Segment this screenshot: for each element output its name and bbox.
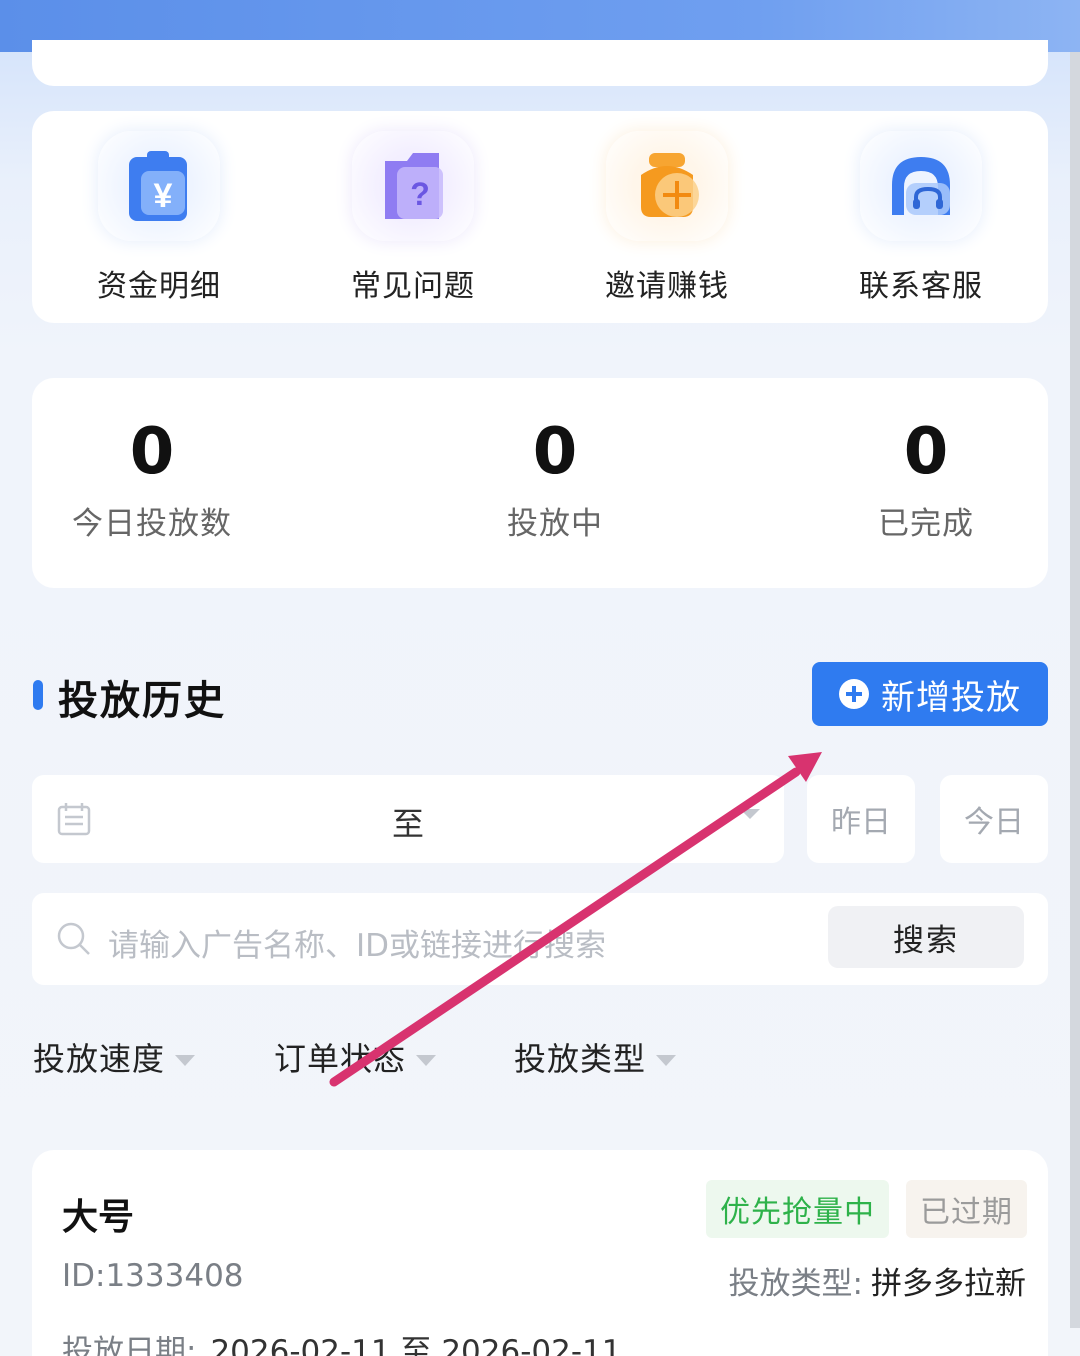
- svg-text:?: ?: [410, 176, 430, 212]
- dropdown-arrow-icon: [416, 1054, 437, 1066]
- dropdown-arrow-icon: [656, 1054, 677, 1066]
- add-campaign-label: 新增投放: [881, 677, 1021, 718]
- customer-service-icon: [860, 131, 982, 241]
- filter-label: 投放类型: [514, 1040, 647, 1078]
- record-id: ID:1333408: [62, 1258, 244, 1294]
- quick-action-label: 邀请赚钱: [605, 269, 729, 304]
- stat-value: 0: [903, 415, 949, 489]
- scrollbar-track: [1070, 52, 1080, 1328]
- record-type-value: 拼多多拉新: [871, 1266, 1026, 1302]
- status-badge-priority: 优先抢量中: [706, 1180, 889, 1238]
- today-button[interactable]: 今日: [940, 775, 1048, 863]
- date-range-picker[interactable]: 至: [32, 775, 784, 863]
- filter-order-status-dropdown[interactable]: 订单状态: [274, 1034, 437, 1080]
- date-range-separator: 至: [391, 805, 424, 843]
- quick-action-faq[interactable]: ? 常见问题: [286, 111, 540, 323]
- status-badge-expired: 已过期: [906, 1180, 1027, 1238]
- invite-money-icon: [606, 131, 728, 241]
- filter-label: 投放速度: [33, 1040, 166, 1078]
- stat-label: 投放中: [507, 506, 603, 542]
- quick-action-customer-service[interactable]: 联系客服: [794, 111, 1048, 323]
- dropdown-arrow-icon: [175, 1054, 196, 1066]
- stat-value: 0: [129, 415, 175, 489]
- section-title: 投放历史: [58, 678, 226, 724]
- quick-action-label: 资金明细: [97, 269, 221, 304]
- search-bar[interactable]: 请输入广告名称、ID或链接进行搜索 搜索: [32, 893, 1048, 985]
- chevron-down-icon: [740, 809, 760, 819]
- record-type-label: 投放类型:: [728, 1266, 863, 1302]
- stat-today-count[interactable]: 0 今日投放数: [2, 378, 302, 588]
- search-icon: [57, 922, 90, 955]
- stat-label: 今日投放数: [72, 506, 232, 542]
- faq-folder-icon: ?: [352, 131, 474, 241]
- campaign-record-card[interactable]: 大号 优先抢量中 已过期 ID:1333408 投放类型: 拼多多拉新 投放日期:…: [32, 1150, 1048, 1356]
- record-type: 投放类型: 拼多多拉新: [729, 1258, 1026, 1303]
- quick-action-invite[interactable]: 邀请赚钱: [540, 111, 794, 323]
- wallet-yuan-icon: ¥: [98, 131, 220, 241]
- stats-card: 0 今日投放数 0 投放中 0 已完成: [32, 378, 1048, 588]
- filter-type-dropdown[interactable]: 投放类型: [514, 1034, 677, 1080]
- stat-value: 0: [532, 415, 578, 489]
- search-button[interactable]: 搜索: [828, 906, 1024, 968]
- section-accent-bar: [33, 680, 43, 710]
- stat-label: 已完成: [878, 506, 974, 542]
- quick-action-label: 联系客服: [859, 269, 983, 304]
- quick-action-fund-details[interactable]: ¥ 资金明细: [32, 111, 286, 323]
- filter-speed-dropdown[interactable]: 投放速度: [33, 1034, 196, 1080]
- add-campaign-button[interactable]: 新增投放: [812, 662, 1048, 726]
- record-date-value: 2026-02-11 至 2026-02-11: [210, 1334, 622, 1356]
- stat-in-progress[interactable]: 0 投放中: [405, 378, 705, 588]
- quick-actions-card: ¥ 资金明细 ? 常见问题 邀请赚钱 联系客服: [32, 111, 1048, 323]
- record-date: 投放日期: 2026-02-11 至 2026-02-11: [62, 1326, 621, 1356]
- top-card-bottom: [32, 40, 1048, 86]
- record-date-label: 投放日期:: [62, 1334, 197, 1356]
- stat-completed[interactable]: 0 已完成: [776, 378, 1076, 588]
- svg-text:¥: ¥: [154, 177, 173, 215]
- yesterday-button[interactable]: 昨日: [807, 775, 915, 863]
- filter-label: 订单状态: [274, 1040, 407, 1078]
- record-title: 大号: [62, 1197, 135, 1238]
- search-input[interactable]: 请输入广告名称、ID或链接进行搜索: [108, 920, 606, 965]
- quick-action-label: 常见问题: [351, 269, 475, 304]
- plus-circle-icon: [839, 679, 869, 709]
